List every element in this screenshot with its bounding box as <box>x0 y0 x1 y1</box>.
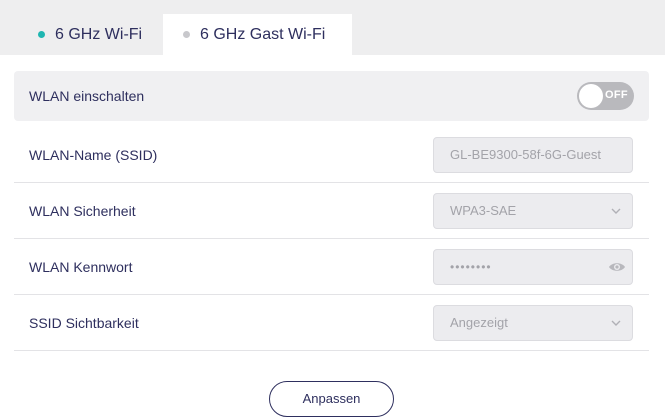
security-select[interactable]: WPA3-SAE <box>433 193 633 229</box>
visibility-select[interactable]: Angezeigt <box>433 305 633 341</box>
tab-6ghz-guest-wifi[interactable]: 6 GHz Gast Wi-Fi <box>163 14 352 55</box>
ssid-input[interactable]: GL-BE9300-58f-6G-Guest <box>433 137 633 173</box>
password-row: WLAN Kennwort •••••••• <box>14 239 649 295</box>
enable-wlan-toggle[interactable]: OFF <box>577 82 634 110</box>
enable-wlan-row: WLAN einschalten OFF <box>14 71 649 121</box>
eye-icon[interactable] <box>608 259 626 275</box>
tab-bar: 6 GHz Wi-Fi 6 GHz Gast Wi-Fi <box>0 0 665 55</box>
ssid-value: GL-BE9300-58f-6G-Guest <box>450 147 602 162</box>
tab-label: 6 GHz Wi-Fi <box>55 25 143 43</box>
tab-label: 6 GHz Gast Wi-Fi <box>200 25 326 43</box>
visibility-value: Angezeigt <box>450 315 508 330</box>
security-row: WLAN Sicherheit WPA3-SAE <box>14 183 649 239</box>
apply-button[interactable]: Anpassen <box>269 381 394 417</box>
security-value: WPA3-SAE <box>450 203 517 218</box>
security-label: WLAN Sicherheit <box>29 203 136 219</box>
visibility-label: SSID Sichtbarkeit <box>29 315 139 331</box>
tab-6ghz-wifi[interactable]: 6 GHz Wi-Fi <box>38 14 142 55</box>
chevron-down-icon <box>611 320 621 326</box>
status-dot-icon <box>183 31 190 38</box>
ssid-row: WLAN-Name (SSID) GL-BE9300-58f-6G-Guest <box>14 127 649 183</box>
chevron-down-icon <box>611 208 621 214</box>
enable-wlan-label: WLAN einschalten <box>29 88 145 104</box>
password-label: WLAN Kennwort <box>29 259 133 275</box>
password-value: •••••••• <box>450 260 492 274</box>
toggle-state-text: OFF <box>605 89 628 101</box>
settings-panel: WLAN einschalten OFF WLAN-Name (SSID) GL… <box>0 55 665 419</box>
status-dot-icon <box>38 31 45 38</box>
password-input[interactable]: •••••••• <box>433 249 633 285</box>
visibility-row: SSID Sichtbarkeit Angezeigt <box>14 295 649 351</box>
ssid-label: WLAN-Name (SSID) <box>29 147 158 163</box>
toggle-knob <box>579 84 603 108</box>
